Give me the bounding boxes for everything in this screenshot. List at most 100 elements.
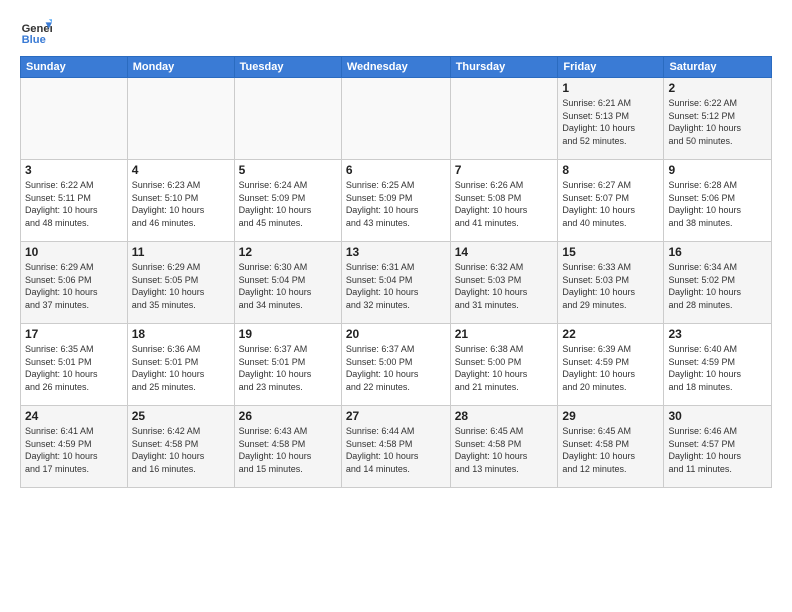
week-row-2: 3 Sunrise: 6:22 AMSunset: 5:11 PMDaylight… [21,160,772,242]
day-info: Sunrise: 6:33 AMSunset: 5:03 PMDaylight:… [562,261,659,311]
calendar-cell: 22 Sunrise: 6:39 AMSunset: 4:59 PMDayligh… [558,324,664,406]
day-number: 1 [562,81,659,95]
calendar-cell: 10 Sunrise: 6:29 AMSunset: 5:06 PMDayligh… [21,242,128,324]
day-info: Sunrise: 6:36 AMSunset: 5:01 PMDaylight:… [132,343,230,393]
day-number: 2 [668,81,767,95]
calendar-cell: 16 Sunrise: 6:34 AMSunset: 5:02 PMDayligh… [664,242,772,324]
day-number: 22 [562,327,659,341]
day-number: 23 [668,327,767,341]
day-number: 13 [346,245,446,259]
day-info: Sunrise: 6:37 AMSunset: 5:01 PMDaylight:… [239,343,337,393]
day-info: Sunrise: 6:31 AMSunset: 5:04 PMDaylight:… [346,261,446,311]
day-number: 27 [346,409,446,423]
calendar-cell: 18Sunrise: 6:36 AMSunset: 5:01 PMDayligh… [127,324,234,406]
weekday-header-thursday: Thursday [450,57,558,78]
weekday-header-row: SundayMondayTuesdayWednesdayThursdayFrid… [21,57,772,78]
calendar-cell [21,78,128,160]
week-row-3: 10 Sunrise: 6:29 AMSunset: 5:06 PMDayligh… [21,242,772,324]
day-info: Sunrise: 6:35 AMSunset: 5:01 PMDaylight:… [25,343,123,393]
calendar-cell: 20 Sunrise: 6:37 AMSunset: 5:00 PMDayligh… [341,324,450,406]
day-number: 26 [239,409,337,423]
day-number: 10 [25,245,123,259]
weekday-header-saturday: Saturday [664,57,772,78]
day-info: Sunrise: 6:39 AMSunset: 4:59 PMDaylight:… [562,343,659,393]
calendar-cell: 30 Sunrise: 6:46 AMSunset: 4:57 PMDayligh… [664,406,772,488]
header: General Blue [20,16,772,48]
day-info: Sunrise: 6:44 AMSunset: 4:58 PMDaylight:… [346,425,446,475]
calendar-cell: 6 Sunrise: 6:25 AMSunset: 5:09 PMDaylight… [341,160,450,242]
day-number: 24 [25,409,123,423]
svg-text:Blue: Blue [22,34,46,46]
weekday-header-wednesday: Wednesday [341,57,450,78]
day-info: Sunrise: 6:26 AMSunset: 5:08 PMDaylight:… [455,179,554,229]
day-info: Sunrise: 6:21 AMSunset: 5:13 PMDaylight:… [562,97,659,147]
calendar-cell: 3 Sunrise: 6:22 AMSunset: 5:11 PMDaylight… [21,160,128,242]
day-number: 20 [346,327,446,341]
weekday-header-monday: Monday [127,57,234,78]
day-number: 6 [346,163,446,177]
day-number: 16 [668,245,767,259]
day-info: Sunrise: 6:37 AMSunset: 5:00 PMDaylight:… [346,343,446,393]
calendar-cell [450,78,558,160]
day-info: Sunrise: 6:22 AMSunset: 5:12 PMDaylight:… [668,97,767,147]
weekday-header-sunday: Sunday [21,57,128,78]
day-info: Sunrise: 6:29 AMSunset: 5:06 PMDaylight:… [25,261,123,311]
calendar-cell [341,78,450,160]
day-info: Sunrise: 6:38 AMSunset: 5:00 PMDaylight:… [455,343,554,393]
calendar: SundayMondayTuesdayWednesdayThursdayFrid… [20,56,772,488]
day-info: Sunrise: 6:22 AMSunset: 5:11 PMDaylight:… [25,179,123,229]
calendar-cell: 14Sunrise: 6:32 AMSunset: 5:03 PMDayligh… [450,242,558,324]
calendar-cell: 7Sunrise: 6:26 AMSunset: 5:08 PMDaylight… [450,160,558,242]
day-number: 19 [239,327,337,341]
calendar-cell: 29Sunrise: 6:45 AMSunset: 4:58 PMDayligh… [558,406,664,488]
day-number: 9 [668,163,767,177]
day-number: 21 [455,327,554,341]
calendar-cell [127,78,234,160]
week-row-4: 17Sunrise: 6:35 AMSunset: 5:01 PMDayligh… [21,324,772,406]
day-number: 30 [668,409,767,423]
page: General Blue SundayMondayTuesdayWednesda… [0,0,792,612]
day-info: Sunrise: 6:45 AMSunset: 4:58 PMDaylight:… [562,425,659,475]
calendar-cell: 21 Sunrise: 6:38 AMSunset: 5:00 PMDayligh… [450,324,558,406]
weekday-header-tuesday: Tuesday [234,57,341,78]
day-info: Sunrise: 6:32 AMSunset: 5:03 PMDaylight:… [455,261,554,311]
calendar-cell: 8 Sunrise: 6:27 AMSunset: 5:07 PMDaylight… [558,160,664,242]
day-number: 15 [562,245,659,259]
logo-icon: General Blue [20,16,52,48]
calendar-cell [234,78,341,160]
day-info: Sunrise: 6:27 AMSunset: 5:07 PMDaylight:… [562,179,659,229]
day-info: Sunrise: 6:28 AMSunset: 5:06 PMDaylight:… [668,179,767,229]
week-row-5: 24 Sunrise: 6:41 AMSunset: 4:59 PMDayligh… [21,406,772,488]
day-info: Sunrise: 6:23 AMSunset: 5:10 PMDaylight:… [132,179,230,229]
calendar-cell: 26Sunrise: 6:43 AMSunset: 4:58 PMDayligh… [234,406,341,488]
day-number: 5 [239,163,337,177]
day-info: Sunrise: 6:25 AMSunset: 5:09 PMDaylight:… [346,179,446,229]
calendar-cell: 15 Sunrise: 6:33 AMSunset: 5:03 PMDayligh… [558,242,664,324]
calendar-cell: 11 Sunrise: 6:29 AMSunset: 5:05 PMDayligh… [127,242,234,324]
day-number: 3 [25,163,123,177]
day-number: 8 [562,163,659,177]
day-info: Sunrise: 6:29 AMSunset: 5:05 PMDaylight:… [132,261,230,311]
calendar-cell: 17Sunrise: 6:35 AMSunset: 5:01 PMDayligh… [21,324,128,406]
calendar-cell: 25 Sunrise: 6:42 AMSunset: 4:58 PMDayligh… [127,406,234,488]
calendar-cell: 28 Sunrise: 6:45 AMSunset: 4:58 PMDayligh… [450,406,558,488]
day-number: 25 [132,409,230,423]
calendar-cell: 19 Sunrise: 6:37 AMSunset: 5:01 PMDayligh… [234,324,341,406]
day-info: Sunrise: 6:45 AMSunset: 4:58 PMDaylight:… [455,425,554,475]
day-info: Sunrise: 6:24 AMSunset: 5:09 PMDaylight:… [239,179,337,229]
weekday-header-friday: Friday [558,57,664,78]
day-number: 11 [132,245,230,259]
day-info: Sunrise: 6:41 AMSunset: 4:59 PMDaylight:… [25,425,123,475]
calendar-cell: 13 Sunrise: 6:31 AMSunset: 5:04 PMDayligh… [341,242,450,324]
calendar-cell: 12Sunrise: 6:30 AMSunset: 5:04 PMDayligh… [234,242,341,324]
day-info: Sunrise: 6:42 AMSunset: 4:58 PMDaylight:… [132,425,230,475]
calendar-cell: 4Sunrise: 6:23 AMSunset: 5:10 PMDaylight… [127,160,234,242]
calendar-cell: 5 Sunrise: 6:24 AMSunset: 5:09 PMDaylight… [234,160,341,242]
day-info: Sunrise: 6:46 AMSunset: 4:57 PMDaylight:… [668,425,767,475]
calendar-cell: 1 Sunrise: 6:21 AMSunset: 5:13 PMDaylight… [558,78,664,160]
calendar-cell: 2 Sunrise: 6:22 AMSunset: 5:12 PMDaylight… [664,78,772,160]
calendar-cell: 24 Sunrise: 6:41 AMSunset: 4:59 PMDayligh… [21,406,128,488]
logo: General Blue [20,16,52,48]
day-number: 28 [455,409,554,423]
day-info: Sunrise: 6:34 AMSunset: 5:02 PMDaylight:… [668,261,767,311]
